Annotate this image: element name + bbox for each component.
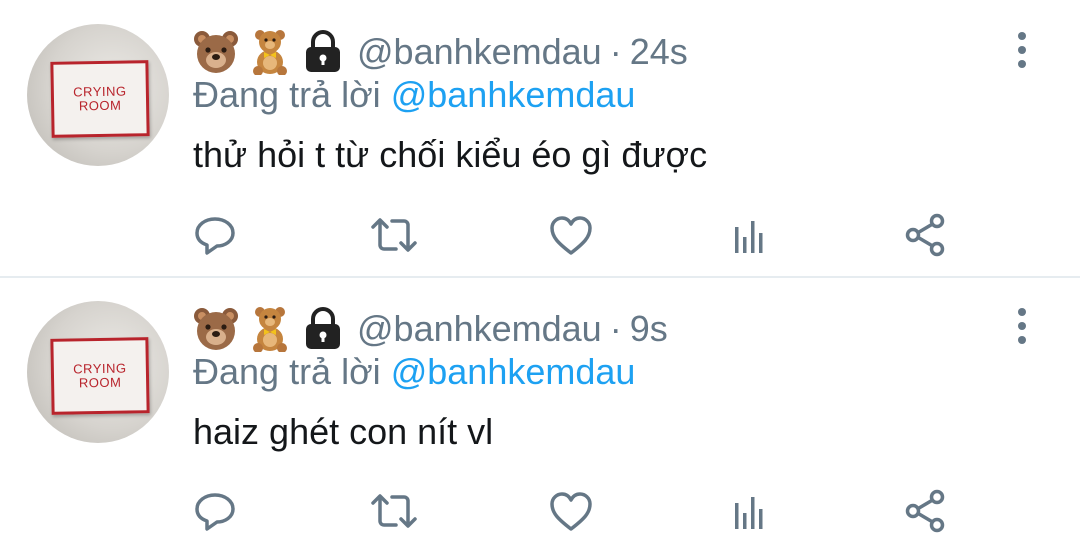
reply-context: Đang trả lời @banhkemdau <box>193 74 635 116</box>
share-icon <box>905 489 945 533</box>
reply-prefix: Đang trả lời <box>193 351 381 392</box>
tweet-text: thử hỏi t từ chối kiểu éo gì được <box>193 134 708 175</box>
teddy-bear-icon <box>253 30 287 75</box>
reply-mention-link[interactable]: @banhkemdau <box>391 74 636 115</box>
tweet-header: @banhkemdau · 24s <box>193 28 688 76</box>
analytics-button[interactable] <box>724 486 774 536</box>
crying-room-sign: CRYING ROOM <box>50 337 150 415</box>
retweet-button[interactable] <box>369 210 419 260</box>
separator-dot: · <box>609 31 622 72</box>
retweet-button[interactable] <box>369 486 419 536</box>
share-button[interactable] <box>900 210 950 260</box>
analytics-icon <box>735 221 763 253</box>
like-icon <box>550 216 592 255</box>
tweet-text: haiz ghét con nít vl <box>193 411 494 452</box>
more-vertical-icon[interactable] <box>1010 306 1034 346</box>
lock-icon <box>306 30 340 72</box>
analytics-icon <box>735 497 763 529</box>
tweet[interactable]: CRYING ROOM @banhkemdau · <box>0 278 1080 551</box>
analytics-button[interactable] <box>724 210 774 260</box>
like-button[interactable] <box>546 486 596 536</box>
user-handle[interactable]: @banhkemdau <box>357 308 602 350</box>
sign-line-2: ROOM <box>78 374 122 391</box>
like-button[interactable] <box>546 210 596 260</box>
action-bar <box>0 486 1080 536</box>
retweet-icon <box>371 494 417 528</box>
user-handle[interactable]: @banhkemdau <box>357 31 602 73</box>
sign-line-2: ROOM <box>78 97 122 114</box>
tweet[interactable]: CRYING ROOM @banhkemdau · <box>0 0 1080 276</box>
tweet-header: @banhkemdau · 9s <box>193 305 668 353</box>
separator-dot: · <box>609 308 622 349</box>
bear-face-icon <box>194 308 238 350</box>
like-icon <box>550 492 592 531</box>
share-button[interactable] <box>900 486 950 536</box>
retweet-icon <box>371 218 417 252</box>
reply-context: Đang trả lời @banhkemdau <box>193 351 635 393</box>
teddy-bear-icon <box>253 307 287 352</box>
reply-icon <box>195 493 235 531</box>
reply-icon <box>195 217 235 255</box>
reply-button[interactable] <box>190 210 240 260</box>
timestamp[interactable]: 24s <box>630 31 688 73</box>
action-bar <box>0 210 1080 260</box>
reply-button[interactable] <box>190 486 240 536</box>
share-icon <box>905 213 945 257</box>
avatar[interactable]: CRYING ROOM <box>27 24 169 166</box>
avatar[interactable]: CRYING ROOM <box>27 301 169 443</box>
timestamp[interactable]: 9s <box>630 308 668 350</box>
reply-prefix: Đang trả lời <box>193 74 381 115</box>
lock-icon <box>306 307 340 349</box>
crying-room-sign: CRYING ROOM <box>50 60 150 138</box>
more-vertical-icon[interactable] <box>1010 30 1034 70</box>
bear-face-icon <box>194 31 238 73</box>
reply-mention-link[interactable]: @banhkemdau <box>391 351 636 392</box>
